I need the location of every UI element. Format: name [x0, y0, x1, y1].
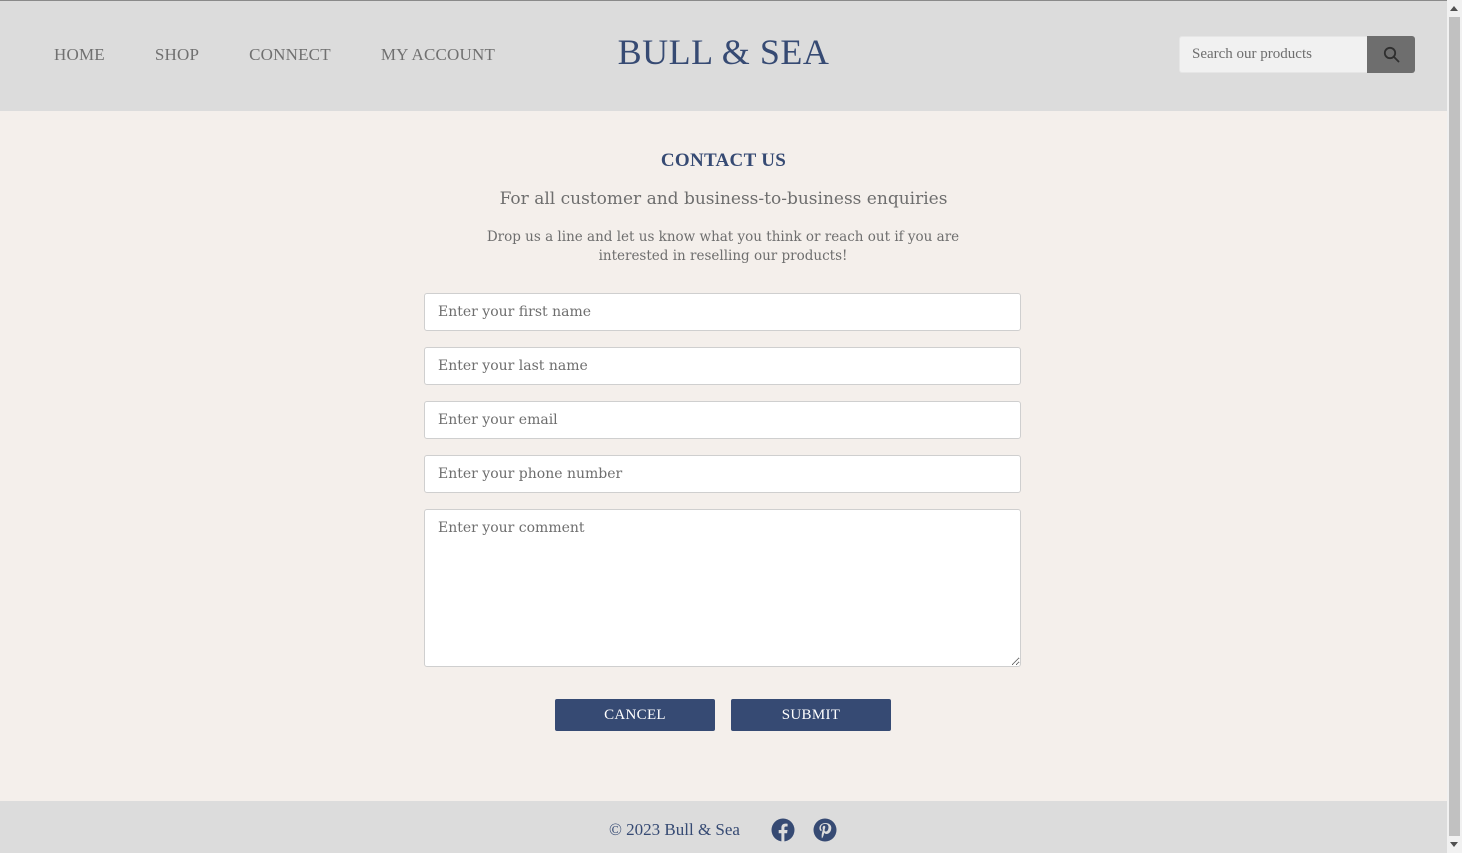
scroll-down-arrow-icon[interactable] [1450, 842, 1458, 847]
vertical-scrollbar[interactable] [1447, 0, 1462, 853]
facebook-icon [771, 818, 795, 842]
email-field[interactable] [424, 401, 1021, 439]
copyright-text: © 2023 Bull & Sea [609, 820, 740, 839]
search-input[interactable] [1179, 36, 1367, 73]
page-title: CONTACT US [660, 150, 787, 171]
site-footer: © 2023 Bull & Sea [0, 801, 1447, 853]
search-bar [1179, 36, 1415, 73]
phone-field[interactable] [424, 455, 1021, 493]
search-icon [1383, 46, 1399, 63]
scroll-up-arrow-icon[interactable] [1450, 6, 1458, 11]
pinterest-link[interactable] [813, 818, 837, 842]
facebook-link[interactable] [771, 818, 795, 842]
page-description: Drop us a line and let us know what you … [486, 229, 960, 264]
last-name-field[interactable] [424, 347, 1021, 385]
site-header: HOME SHOP CONNECT MY ACCOUNT BULL & SEA [0, 1, 1447, 111]
page-subtitle: For all customer and business-to-busines… [499, 189, 948, 209]
page: HOME SHOP CONNECT MY ACCOUNT BULL & SEA … [0, 0, 1447, 853]
comment-field[interactable] [424, 509, 1021, 667]
pinterest-icon [813, 818, 837, 842]
cancel-button[interactable]: CANCEL [555, 699, 715, 731]
submit-button[interactable]: SUBMIT [731, 699, 891, 731]
first-name-field[interactable] [424, 293, 1021, 331]
search-button[interactable] [1367, 36, 1415, 73]
scrollbar-thumb[interactable] [1449, 17, 1460, 836]
